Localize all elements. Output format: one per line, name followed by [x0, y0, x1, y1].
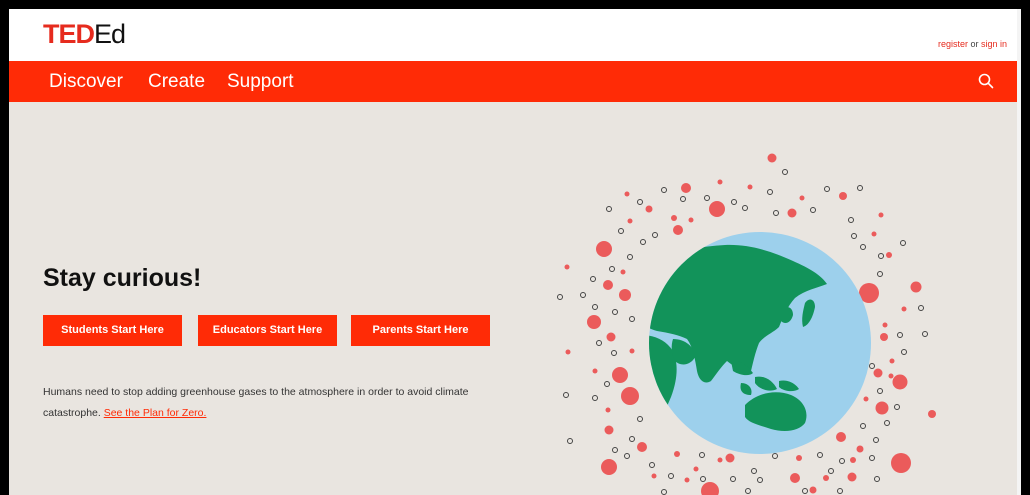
sign-in-link[interactable]: sign in — [981, 39, 1007, 49]
top-header: TEDEd register or sign in — [9, 9, 1021, 61]
auth-separator: or — [967, 39, 981, 49]
climate-blurb: Humans need to stop adding greenhouse ga… — [43, 382, 503, 424]
globe — [649, 232, 871, 454]
students-start-button[interactable]: Students Start Here — [43, 315, 182, 346]
page-scrollbar[interactable] — [1017, 9, 1021, 495]
nav-create[interactable]: Create — [148, 71, 205, 93]
auth-links: register or sign in — [938, 39, 1007, 49]
parents-start-button[interactable]: Parents Start Here — [351, 315, 490, 346]
register-link[interactable]: register — [938, 39, 968, 49]
nav-discover[interactable]: Discover — [49, 71, 123, 93]
educators-start-button[interactable]: Educators Start Here — [198, 315, 337, 346]
browser-viewport: TEDEd register or sign in Discover Creat… — [9, 9, 1021, 495]
search-icon[interactable] — [977, 72, 995, 90]
ted-ed-logo[interactable]: TEDEd — [43, 19, 126, 49]
plan-for-zero-link[interactable]: See the Plan for Zero. — [104, 407, 207, 419]
page-headline: Stay curious! — [43, 264, 202, 292]
globe-illustration — [557, 153, 936, 495]
nav-support[interactable]: Support — [227, 71, 294, 93]
main-nav: Discover Create Support — [9, 61, 1021, 102]
